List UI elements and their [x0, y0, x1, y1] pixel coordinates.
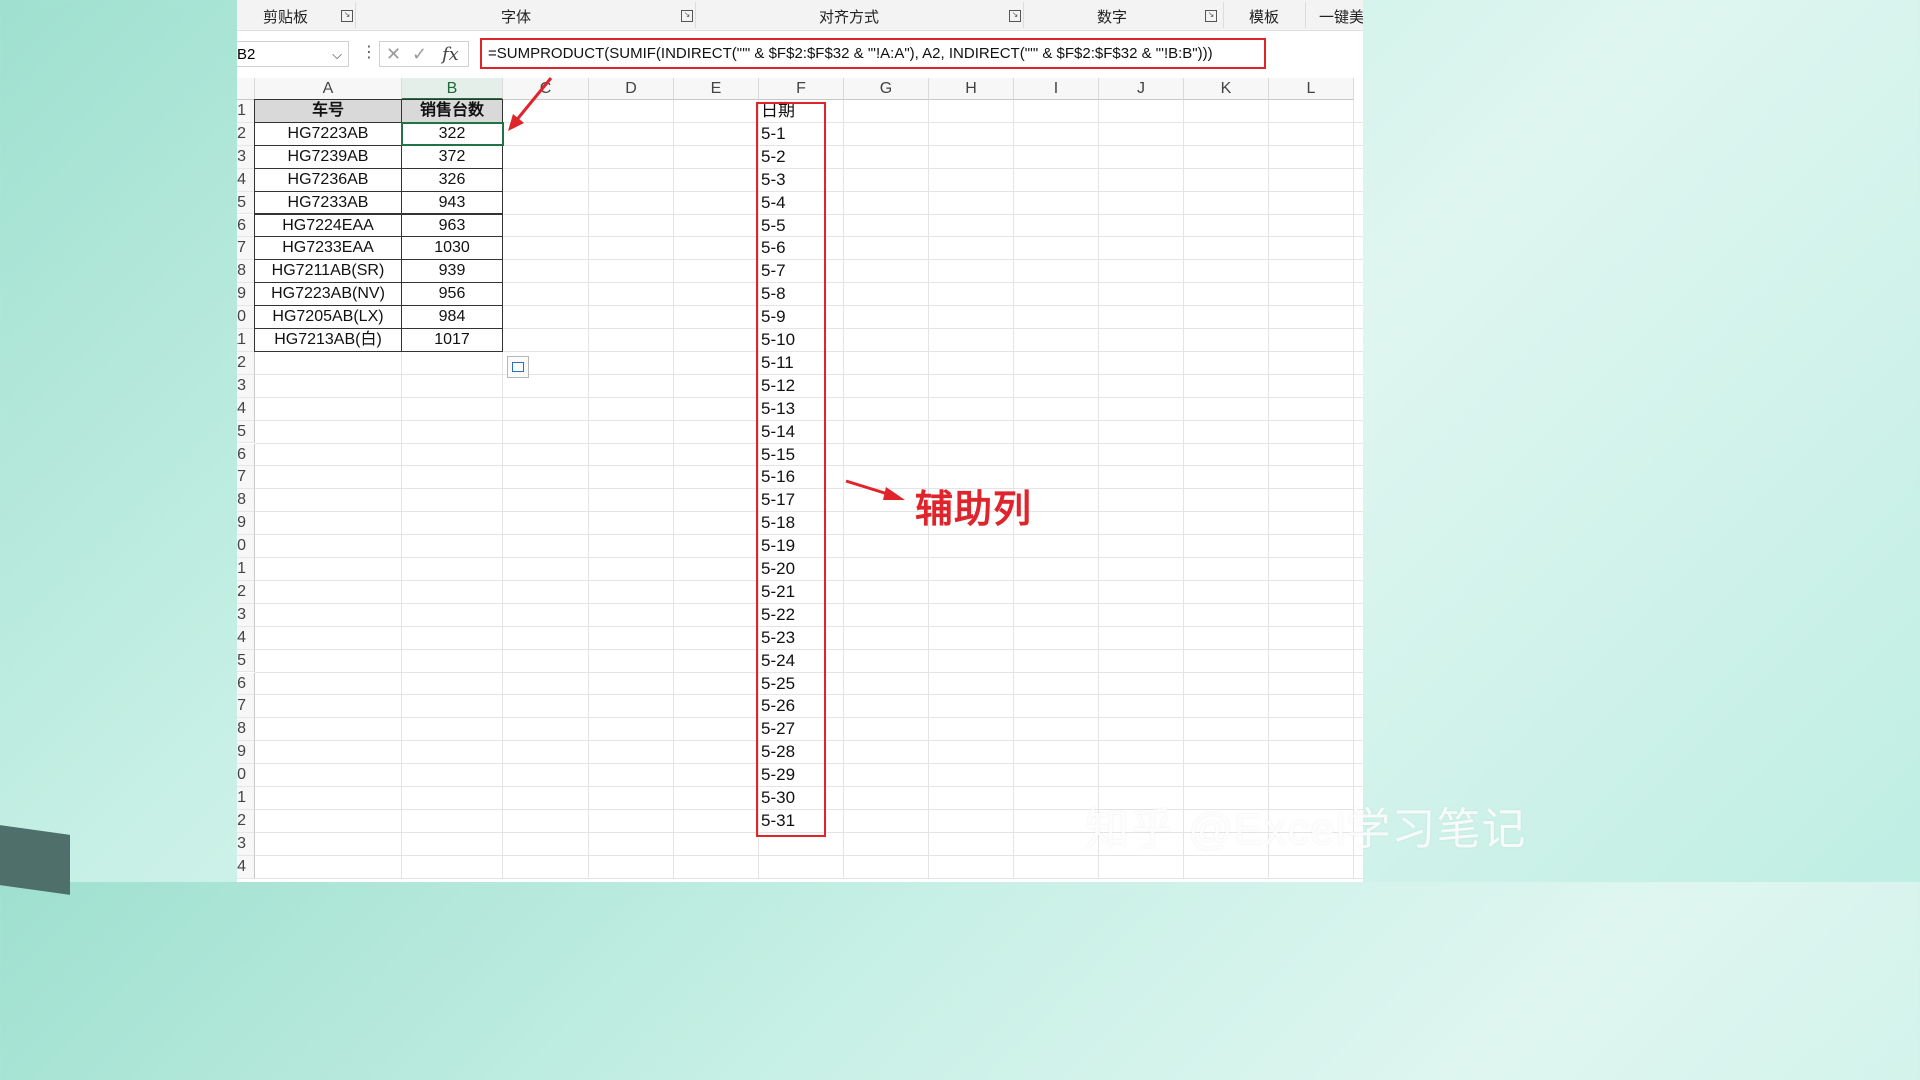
background-shape	[0, 825, 70, 895]
formula-arrow-head	[508, 114, 524, 131]
helper-column-label: 辅助列	[915, 489, 1033, 531]
excel-window: 剪贴板 ↘ 字体 ↘ 对齐方式 ↘ 数字 ↘ 模板 一键美 B2 ⌵ ⋮ ✕ ✓…	[237, 0, 1363, 882]
helper-arrow	[845, 479, 892, 497]
annotation-arrows	[508, 77, 905, 500]
helper-arrow-head	[883, 487, 905, 500]
watermark: 知乎 @Excel学习笔记	[1085, 805, 1527, 854]
formula-arrow	[513, 77, 553, 123]
